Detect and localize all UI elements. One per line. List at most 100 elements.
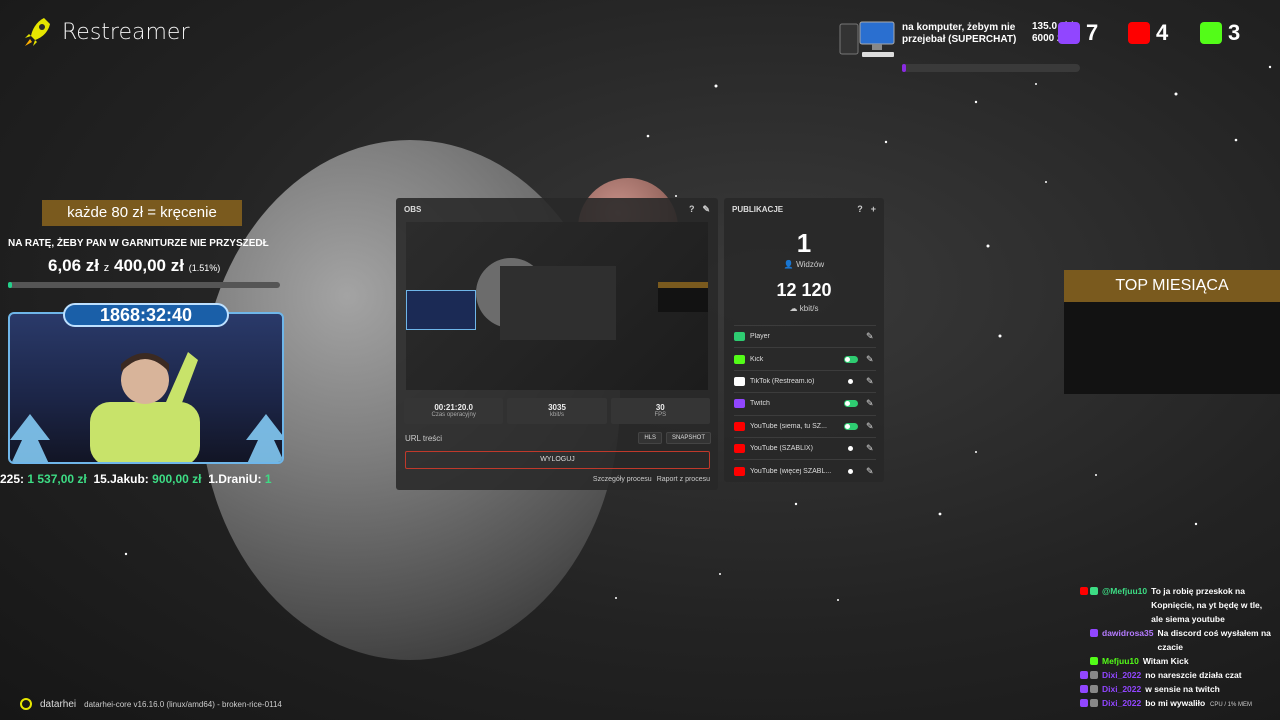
app-name: Restreamer — [62, 19, 190, 45]
publications-panel: PUBLIKACJE ? + 1 👤 Widzów 12 120 ☁ kbit/… — [724, 198, 884, 482]
top-donors-ticker: 225: 1 537,00 zł 15.Jakub: 900,00 zł 1.D… — [0, 472, 272, 486]
edit-icon[interactable]: ✎ — [866, 398, 876, 409]
publication-name: TikTok (Restream.io) — [750, 377, 815, 385]
stat-bitrate: 3035 kbit/s — [507, 398, 607, 424]
twitch-icon — [1058, 22, 1080, 44]
platform-badge-icon — [1080, 587, 1088, 595]
chat-message: Mefjuu10 Witam Kick — [1070, 654, 1276, 668]
publications-title: PUBLIKACJE — [732, 204, 784, 214]
publication-name: Twitch — [750, 400, 770, 408]
content-url-label: URL treści — [405, 433, 443, 443]
youtube-icon — [1128, 22, 1150, 44]
publication-toggle[interactable] — [844, 468, 858, 475]
chat-text: bo mi wywaliło — [1145, 698, 1206, 708]
chat-nick[interactable]: Dixi_2022 — [1102, 696, 1141, 710]
platform-icon — [734, 376, 745, 386]
publication-item[interactable]: Twitch ✎ — [734, 392, 876, 414]
publication-item[interactable]: Player ✎ — [734, 325, 876, 347]
chat-nick[interactable]: Dixi_2022 — [1102, 668, 1141, 682]
platform-badge-icon — [1080, 685, 1088, 693]
publication-toggle[interactable] — [844, 400, 858, 408]
publication-toggle[interactable] — [844, 355, 858, 363]
core-version: datarhei-core v16.16.0 (linux/amd64) - b… — [84, 699, 282, 709]
publication-item[interactable]: Kick ✎ — [734, 347, 876, 369]
publication-item[interactable]: YouTube (SZABLIX) ✎ — [734, 436, 876, 459]
publication-name: YouTube (SZABLIX) — [750, 445, 813, 453]
edit-icon[interactable]: ✎ — [866, 421, 876, 432]
stat-fps: 30 FPS — [610, 398, 710, 424]
total-bitrate: 12 120 — [776, 280, 832, 300]
chat-nick[interactable]: Mefjuu10 — [1102, 654, 1139, 668]
publication-list: Player ✎ Kick ✎ TikTok (Restream.io) ✎ Twitch ✎… — [734, 325, 876, 482]
datarhei-logo-icon — [20, 698, 32, 710]
chat-text: no nareszcie działa czat — [1145, 670, 1242, 680]
chat-overlay: @Mefjuu10 To ja robię przeskok na Kopnięc… — [1070, 584, 1276, 710]
add-icon[interactable]: + — [871, 204, 876, 214]
publication-name: Kick — [750, 355, 764, 363]
stream-timer: 1868:32:40 — [63, 303, 229, 327]
bitrate-label: ☁ kbit/s — [789, 304, 819, 313]
process-report-link[interactable]: Raport z procesu — [657, 476, 710, 483]
chat-message: @Mefjuu10 To ja robię przeskok na Kopnięc… — [1070, 584, 1276, 626]
publication-name: YouTube (siema, tu SZ... — [750, 422, 827, 430]
chat-message: dawidrosa35 Na discord coś wysłałem na cz… — [1070, 626, 1276, 654]
superchat-progress-fill — [902, 64, 907, 72]
chat-message: Dixi_2022 no nareszcie działa czat — [1070, 668, 1276, 682]
publication-item[interactable]: YouTube (więcej SZABL... ✎ — [734, 459, 876, 481]
tree-decoration-right — [246, 414, 282, 462]
footer-brand: datarhei — [40, 698, 77, 710]
stream-preview[interactable] — [406, 222, 708, 390]
publications-header: PUBLIKACJE ? + — [724, 198, 884, 220]
edit-icon[interactable]: ✎ — [866, 376, 876, 387]
publication-item[interactable]: TikTok (Restream.io) ✎ — [734, 369, 876, 392]
publication-toggle[interactable] — [844, 378, 858, 385]
chat-badges — [1070, 626, 1098, 654]
publication-toggle[interactable] — [844, 422, 858, 430]
publication-name: YouTube (więcej SZABL... — [750, 467, 832, 475]
logout-button[interactable]: WYLOGUJ — [405, 451, 710, 469]
platform-badge-icon — [1090, 657, 1098, 665]
snapshot-copy-button[interactable]: SNAPSHOT — [665, 432, 711, 444]
goal-description: NA RATĘ, ŻEBY PAN W GARNITURZE NIE PRZYS… — [8, 238, 269, 249]
process-details-link[interactable]: Szczegóły procesu — [593, 476, 652, 483]
chat-nick[interactable]: @Mefjuu10 — [1102, 584, 1147, 626]
edit-icon[interactable]: ✎ — [866, 443, 876, 454]
edit-icon[interactable]: ✎ — [866, 354, 876, 365]
goal-title: każde 80 zł = kręcenie — [42, 200, 242, 226]
content-url-row: URL treści HLS SNAPSHOT — [405, 432, 711, 444]
superchat-progress-bar — [902, 64, 1080, 72]
cloud-upload-icon: ☁ — [789, 304, 798, 313]
chat-nick[interactable]: dawidrosa35 — [1102, 626, 1154, 654]
kick-icon — [1200, 22, 1222, 44]
preview-top-box — [658, 282, 708, 312]
chat-message: Dixi_2022 w sensie na twitch — [1070, 682, 1276, 696]
publication-item[interactable]: YouTube (siema, tu SZ... ✎ — [734, 414, 876, 437]
kick-counter: 3 — [1200, 20, 1240, 46]
platform-badge-icon — [1090, 671, 1098, 679]
help-icon[interactable]: ? — [857, 204, 863, 214]
streamer-image — [90, 352, 200, 462]
edit-icon[interactable]: ✎ — [702, 204, 710, 215]
edit-icon[interactable]: ✎ — [866, 466, 876, 477]
platform-icon — [734, 399, 745, 409]
help-icon[interactable]: ? — [689, 204, 695, 215]
chat-badges — [1070, 584, 1098, 626]
computer-icon — [839, 21, 895, 57]
tree-decoration-left — [10, 414, 50, 462]
chat-nick[interactable]: Dixi_2022 — [1102, 682, 1141, 696]
obs-stats: 00:21:20.0 Czas operacyjny 3035 kbit/s 30 F… — [404, 398, 710, 424]
hls-copy-button[interactable]: HLS — [638, 432, 662, 444]
chat-badges — [1070, 654, 1098, 668]
platform-badge-icon — [1090, 685, 1098, 693]
obs-panel-header: OBS ? ✎ — [396, 198, 718, 220]
rocket-icon — [25, 18, 50, 46]
preview-webcam — [406, 290, 476, 330]
goal-progress-bar — [8, 282, 280, 288]
platform-icon — [734, 354, 745, 364]
chat-badges — [1070, 696, 1098, 710]
chat-text: Witam Kick — [1142, 656, 1189, 666]
publication-name: Player — [750, 333, 770, 341]
edit-icon[interactable]: ✎ — [866, 331, 876, 342]
superchat-message: na komputer, żebym nie przejebał (SUPERC… — [902, 22, 1017, 45]
publication-toggle[interactable] — [844, 445, 858, 452]
